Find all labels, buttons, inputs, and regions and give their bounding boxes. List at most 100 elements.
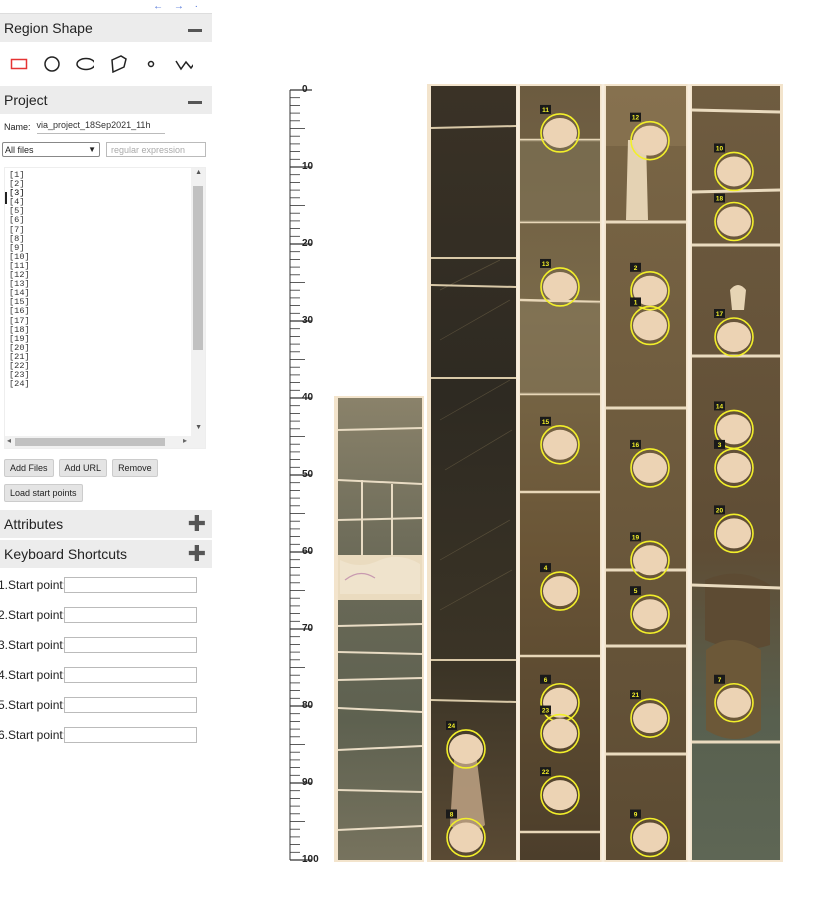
keyboard-shortcuts-header[interactable]: Keyboard Shortcuts ✚	[0, 540, 212, 568]
sample-patch	[717, 518, 751, 549]
collapse-icon[interactable]	[188, 19, 208, 37]
polyline-shape-icon[interactable]	[175, 55, 193, 73]
start-point-label: 3.Start point:	[0, 638, 67, 652]
start-point-label: 6.Start point:	[0, 728, 67, 742]
polygon-shape-icon[interactable]	[109, 55, 127, 73]
region-shape-title: Region Shape	[4, 20, 93, 36]
file-list-item[interactable]: [9]	[9, 243, 205, 253]
file-list-item[interactable]: [22]	[9, 361, 205, 371]
expand-plus-icon[interactable]: ✚	[188, 513, 208, 535]
region-label: 13	[542, 261, 550, 268]
project-name-input[interactable]: via_project_18Sep2021_11h	[36, 120, 165, 134]
region-label: 9	[634, 812, 638, 819]
file-list-item[interactable]: [23]	[9, 370, 205, 380]
circle-shape-icon[interactable]	[43, 55, 61, 73]
file-filter-value: All files	[5, 144, 34, 155]
sample-patch	[717, 452, 751, 483]
file-list-item[interactable]: [19]	[9, 334, 205, 344]
file-list-item[interactable]: [11]	[9, 261, 205, 271]
add-url-button[interactable]: Add URL	[58, 459, 108, 477]
file-list-item[interactable]: [5]	[9, 207, 205, 216]
project-name-label: Name:	[4, 122, 31, 132]
horizontal-scroll-thumb[interactable]	[15, 438, 165, 446]
sample-patch	[717, 206, 751, 237]
regex-filter-input[interactable]: regular expression	[106, 142, 206, 157]
start-point-label: 4.Start point:	[0, 668, 67, 682]
add-files-button[interactable]: Add Files	[4, 459, 54, 477]
file-list-item[interactable]: [1]	[9, 170, 205, 180]
scroll-right-icon[interactable]: ▸	[183, 436, 187, 445]
start-point-row: 3.Start point:	[0, 630, 212, 660]
sample-patch	[449, 822, 483, 853]
file-list-item[interactable]: [15]	[9, 298, 205, 307]
file-filter-row: All files ▼ regular expression	[0, 134, 212, 161]
scroll-up-icon[interactable]: ▲	[195, 169, 202, 176]
core-column-short	[337, 398, 423, 860]
file-list-item[interactable]: [18]	[9, 325, 205, 335]
file-list-item[interactable]: [21]	[9, 352, 205, 362]
project-header[interactable]: Project	[0, 86, 212, 114]
region-label: 23	[542, 708, 550, 715]
start-point-label: 1.Start point:	[0, 578, 67, 592]
image-canvas[interactable]: 0 10 20 30 40 50 60 70 80 90 100 11 12 1…	[212, 14, 824, 912]
file-list-item[interactable]: [10]	[9, 252, 205, 262]
file-list-item[interactable]: [8]	[9, 234, 205, 244]
region-label: 14	[716, 403, 724, 410]
file-list-item[interactable]: [14]	[9, 289, 205, 298]
file-list-item[interactable]: [16]	[9, 307, 205, 316]
start-point-input[interactable]	[64, 727, 197, 743]
start-point-input[interactable]	[64, 637, 197, 653]
ellipse-shape-icon[interactable]	[76, 55, 94, 73]
sample-patch	[633, 703, 667, 734]
start-point-input[interactable]	[64, 607, 197, 623]
remove-button[interactable]: Remove	[112, 459, 158, 477]
region-shape-header[interactable]: Region Shape	[0, 14, 212, 42]
file-filter-select[interactable]: All files ▼	[2, 142, 100, 157]
file-list-item[interactable]: [12]	[9, 270, 205, 280]
scroll-left-icon[interactable]: ◂	[7, 436, 11, 445]
region-label: 21	[632, 692, 640, 699]
horizontal-scrollbar[interactable]: ◂ ▸	[5, 436, 205, 448]
sample-patch	[633, 310, 667, 341]
region-label: 11	[542, 107, 549, 114]
file-list-item[interactable]: [6]	[9, 216, 205, 225]
file-list-item[interactable]: [20]	[9, 343, 205, 353]
file-list-item[interactable]: [7]	[9, 225, 205, 235]
project-name-row: Name: via_project_18Sep2021_11h	[0, 114, 212, 134]
sample-patch	[717, 687, 751, 718]
start-point-input[interactable]	[64, 667, 197, 683]
file-list-item[interactable]: [3]	[9, 189, 205, 198]
start-point-label: 2.Start point:	[0, 608, 67, 622]
core-photo-canvas[interactable]: 0102030405060708090100 11121018132117151…	[212, 14, 824, 912]
collapse-icon[interactable]	[188, 91, 208, 109]
sample-patch	[543, 718, 577, 749]
keyboard-shortcuts-title: Keyboard Shortcuts	[4, 546, 127, 562]
file-list-item[interactable]: [13]	[9, 280, 205, 289]
file-list[interactable]: [1] [2] [3] [4] [5] [6] [7] [8] [9] [10] [11] [12][…	[4, 167, 206, 449]
file-list-item[interactable]: [17]	[9, 316, 205, 326]
ruler-labels: 0 10 20 30 40 50 60 70 80 90 100	[302, 84, 319, 865]
ruler-label: 40	[302, 392, 314, 403]
vertical-scrollbar[interactable]: ▲ ▼	[191, 168, 205, 438]
expand-plus-icon[interactable]: ✚	[188, 543, 208, 565]
attributes-header[interactable]: Attributes ✚	[0, 510, 212, 538]
shape-toolbar	[0, 42, 212, 86]
sample-patch	[633, 545, 667, 576]
start-point-input[interactable]	[64, 577, 197, 593]
region-label: 19	[632, 534, 640, 541]
start-point-row: 1.Start point:	[0, 570, 212, 600]
start-point-input[interactable]	[64, 697, 197, 713]
region-label: 10	[716, 145, 724, 152]
navigation-arrows[interactable]: ← → ·	[153, 1, 202, 12]
scroll-thumb[interactable]	[193, 186, 203, 350]
file-list-item[interactable]: [4]	[9, 198, 205, 207]
file-list-item[interactable]: [2]	[9, 179, 205, 189]
point-shape-icon[interactable]	[142, 55, 160, 73]
file-list-item[interactable]: [24]	[9, 380, 205, 389]
load-start-points-button[interactable]: Load start points	[4, 484, 83, 502]
rectangle-shape-icon[interactable]	[10, 55, 28, 73]
region-label: 4	[544, 565, 548, 572]
sample-patch	[633, 452, 667, 483]
region-label: 12	[632, 115, 640, 122]
scroll-down-icon[interactable]: ▼	[195, 424, 202, 431]
